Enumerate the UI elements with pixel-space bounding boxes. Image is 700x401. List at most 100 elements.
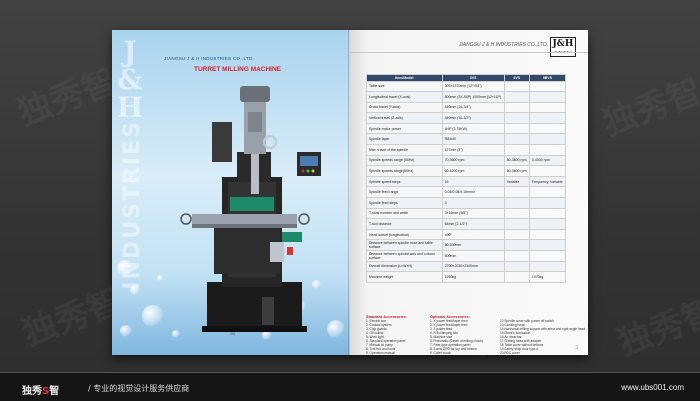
spec-cell: Variable	[503, 175, 530, 188]
spec-cell	[528, 186, 567, 199]
spec-cell	[528, 91, 567, 103]
standard-accessories-list: 1. Electric box 2. Coolant system 3. Chip …	[366, 319, 407, 355]
spec-row: Head swivel (longitudinal) ±90°	[366, 228, 567, 241]
spec-cell: 800mm (3X-54P) 1000mm (12×11P)	[441, 91, 505, 103]
spec-row: Spindle speed steps 16 Variable Frequency, …	[366, 175, 567, 188]
spec-cell: Head swivel (longitudinal)	[366, 228, 443, 241]
spec-cell	[503, 250, 530, 262]
spec-cell	[503, 186, 530, 199]
spec-cell: 440mm (16-1/2″)	[441, 112, 505, 124]
spec-row: Longitudinal travel (X-axis) 800mm (3X-54…	[366, 91, 567, 103]
spec-cell	[503, 218, 530, 230]
spec-cell: 80-530mm	[441, 239, 505, 251]
more-accessories-list: 12.Spindle cover with power off switch 13…	[500, 319, 585, 355]
spec-cell	[528, 101, 567, 114]
footer-slogan: / 专业的视觉设计服务供应商	[88, 384, 190, 393]
spec-cell: 3	[441, 197, 505, 209]
spec-cell: Distance between spindle nose and table …	[366, 239, 443, 251]
spec-cell: Spindle feed steps	[366, 197, 443, 209]
water-bubble	[130, 285, 140, 295]
spec-cell: Table size	[366, 80, 443, 93]
spec-cell	[503, 271, 530, 283]
spec-cell: Spindle speeds range(60Hz)	[366, 165, 443, 177]
brochure-right-page: JIANGSU J & H INDUSTRIES CO.,LTD. J&H In…	[350, 30, 588, 355]
spec-cell	[503, 122, 530, 135]
spec-cell	[503, 101, 530, 114]
spec-cell: 0.04/0.08/0.15mm/r	[441, 186, 505, 199]
spec-cell: Machine weight	[366, 271, 443, 283]
spec-cell: Cross travel (Y-axis)	[366, 101, 443, 114]
spec-cell	[528, 250, 567, 262]
spec-cell: Longitudinal travel (X-axis)	[366, 91, 443, 103]
page-number: 3	[575, 345, 578, 351]
footer-logo: 独秀S智	[22, 382, 59, 397]
spec-cell: Spindle motor power	[366, 122, 443, 135]
spec-cell	[528, 122, 567, 135]
brochure-spread: J & H INDUSTRIES JIANGSU J & H INDUSTRIE…	[112, 30, 588, 355]
footer-logo-left: 独秀	[22, 386, 42, 397]
spec-cell: Distance between spindle axis and column…	[366, 250, 443, 262]
spec-cell: ±90°	[441, 228, 505, 241]
company-name-right: JIANGSU J & H INDUSTRIES CO.,LTD.	[458, 42, 548, 48]
spec-cell	[528, 165, 567, 177]
optional-accessories: Optional Accessories: 1. X power feed/ta…	[430, 315, 483, 355]
spec-cell: 70-3600 rpm	[441, 154, 505, 167]
company-name-left: JIANGSU J & H INDUSTRIES CO.,LTD.	[164, 56, 255, 61]
spec-cell	[528, 260, 567, 273]
spec-row: Spindle speeds range(60Hz) 60-4200 rpm 80-…	[366, 165, 567, 177]
spec-cell: Spindle speed steps	[366, 175, 443, 188]
spec-cell	[528, 112, 567, 124]
milling-machine-illustration	[180, 86, 321, 332]
spec-cell	[503, 91, 530, 103]
spec-cell	[528, 207, 567, 220]
spec-cell	[528, 239, 567, 251]
spec-cell: 127mm (5″)	[441, 144, 505, 156]
spec-cell	[503, 80, 530, 93]
spec-cell: 600mm	[441, 250, 505, 262]
spec-cell: Frequency, Variable	[528, 175, 567, 188]
water-bubble	[117, 260, 133, 276]
brand-letter-h: H	[116, 91, 144, 124]
brand-letters: J & H	[112, 38, 150, 122]
spec-cell: 440mm (16-3/4″)	[441, 101, 505, 114]
brand-letter-j: J	[123, 35, 137, 68]
spec-cell: 1970kg	[528, 271, 567, 283]
spec-cell: 64mm (2-1/2″)	[441, 218, 505, 230]
spec-cell: 80-3600 rpm	[503, 165, 530, 177]
spec-cell	[503, 133, 530, 146]
brand-letter-amp: &	[117, 63, 143, 96]
jh-logo: J&H Industries	[550, 37, 576, 57]
spec-cell	[503, 260, 530, 273]
spec-cell: T-slot distance	[366, 218, 443, 230]
header-divider	[350, 52, 588, 53]
spec-cell	[528, 133, 567, 146]
brochure-left-page: J & H INDUSTRIES JIANGSU J & H INDUSTRIE…	[112, 30, 350, 355]
spec-cell	[503, 144, 530, 156]
spec-cell: Spindle feed range	[366, 186, 443, 199]
spec-cell: Spindle speeds range (50Hz)	[366, 154, 443, 167]
spec-row: Cross travel (Y-axis) 440mm (16-3/4″)	[366, 101, 567, 114]
spec-cell: Max. travel of the spindle	[366, 144, 443, 156]
spec-cell: 60-4200 rpm	[441, 165, 505, 177]
spec-row: Spindle motor power 4HP (3.75KW)	[366, 122, 567, 135]
spec-row: Machine weight 1950kg 1970kg	[366, 271, 567, 283]
spec-row: Overall dimension (L×W×H) 2700×2030×2340m…	[366, 260, 567, 273]
model-tag: 2B	[230, 331, 235, 336]
spec-cell: Vertical travel (Z-axis)	[366, 112, 443, 124]
spec-row: Spindle taper R8/#40	[366, 133, 567, 146]
spec-cell	[528, 228, 567, 241]
spec-cell: 80-3600 rpm	[503, 154, 530, 167]
water-bubble	[120, 325, 132, 337]
spec-row: T-slot distance 64mm (2-1/2″)	[366, 218, 567, 230]
spec-cell: 16	[441, 175, 505, 188]
optional-accessories-list: 1. X power feed/taper feed 2. Y power fee…	[430, 319, 483, 355]
spec-table-body: Table size 305×1370mm (12″×54″) Longitudin…	[366, 80, 567, 283]
spec-cell: Overall dimension (L×W×H)	[366, 260, 443, 273]
spec-row: Max. travel of the spindle 127mm (5″)	[366, 144, 567, 156]
spec-row: Distance between spindle nose and table …	[366, 239, 567, 251]
spec-row: Spindle feed range 0.04/0.08/0.15mm/r	[366, 186, 567, 199]
spec-cell	[503, 239, 530, 251]
spec-cell	[528, 80, 567, 93]
spec-row: Distance between spindle axis and column…	[366, 250, 567, 262]
spec-cell	[503, 207, 530, 220]
